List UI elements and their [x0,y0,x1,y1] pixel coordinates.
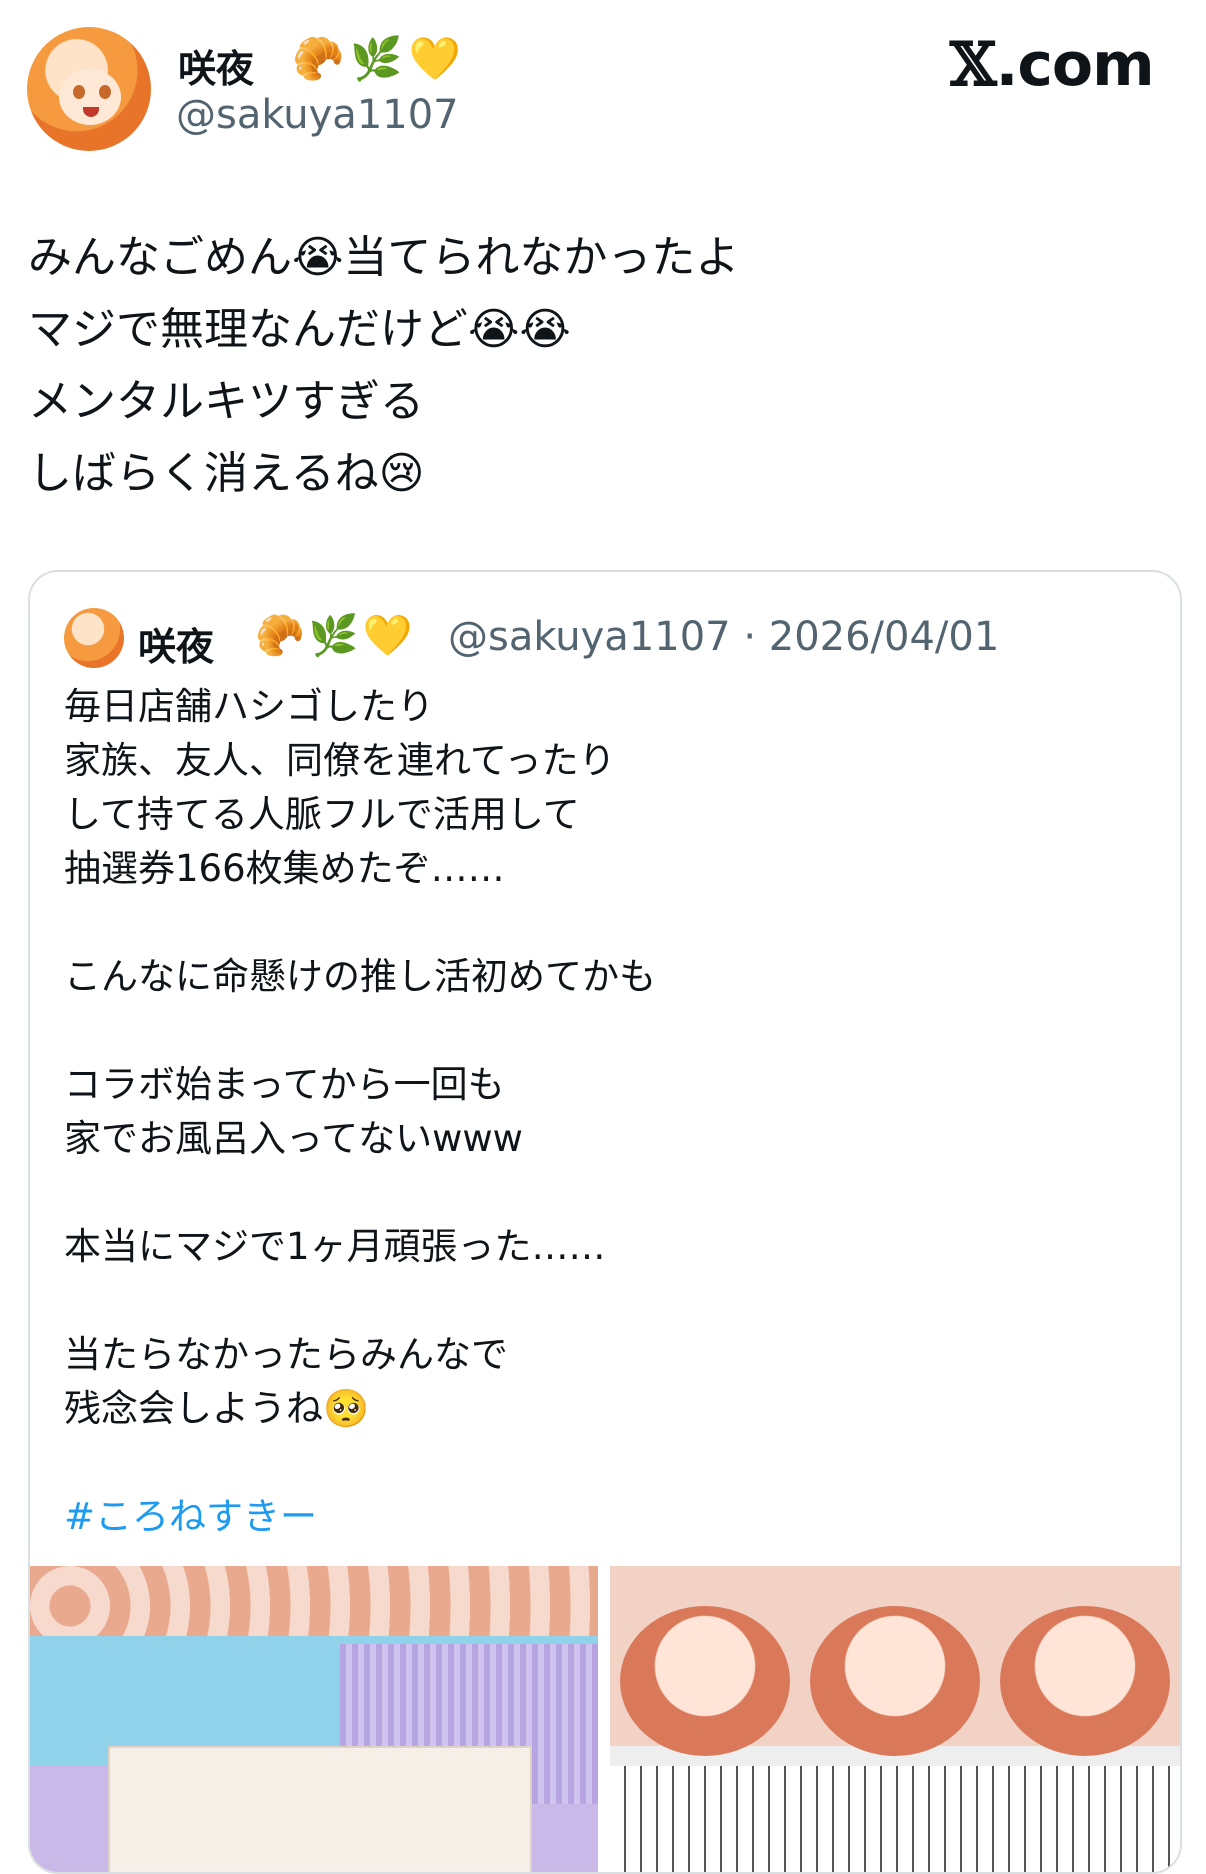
tweet-header: 咲夜 🥐🌿💛 @sakuya1107 𝕏.com [0,0,1206,160]
character-face [810,1606,980,1756]
character-pattern [30,1566,598,1636]
quoted-line: 抽選券166枚集めたぞ…… [64,847,505,890]
quoted-tweet[interactable]: 咲夜 🥐🌿💛 @sakuya1107 · 2026/04/01 毎日店舗ハシゴし… [28,570,1182,1874]
quoted-line: 本当にマジで1ヶ月頑張った…… [64,1225,606,1268]
avatar-eye [73,85,85,99]
media-grid [30,1566,1180,1872]
quoted-line: コラボ始まってから一回も [64,1063,505,1106]
tweet-text: みんなごめん😭当てられなかったよ マジで無理なんだけど😭😭 メンタルキツすぎる … [28,222,1178,510]
user-handle[interactable]: @sakuya1107 [176,92,459,138]
character-face [1000,1606,1170,1756]
quoted-display-name[interactable]: 咲夜 [138,616,214,671]
quoted-avatar[interactable] [64,608,124,668]
display-name[interactable]: 咲夜 [178,38,254,93]
quoted-line: こんなに命懸けの推し活初めてかも [64,955,656,998]
tweet-line: マジで無理なんだけど😭😭 [28,304,571,355]
quoted-line: 残念会しようね🥺 [64,1387,370,1430]
avatar-eye [99,85,111,99]
media-image-1[interactable] [30,1566,598,1872]
tweet-line: しばらく消えるね😢 [28,448,425,499]
quoted-line: 当たらなかったらみんなで [64,1333,508,1376]
quoted-line: 毎日店舗ハシゴしたり [64,685,434,728]
x-logo-icon: 𝕏 [950,30,997,100]
collab-card [108,1746,532,1872]
quoted-name-emojis: 🥐🌿💛 [255,613,417,659]
quoted-text: 毎日店舗ハシゴしたり 家族、友人、同僚を連れてったり して持てる人脈フルで活用し… [64,680,1144,1544]
avatar[interactable] [27,27,151,151]
name-emojis: 🥐🌿💛 [292,34,467,83]
media-image-2[interactable] [610,1566,1180,1872]
lottery-tickets [610,1766,1180,1872]
hashtag-link[interactable]: #ころねすきー [64,1490,1144,1544]
quoted-line: 家族、友人、同僚を連れてったり [64,739,616,782]
quoted-line: して持てる人脈フルで活用して [64,793,580,836]
quoted-handle-date[interactable]: @sakuya1107 · 2026/04/01 [448,614,999,660]
tweet-line: みんなごめん😭当てられなかったよ [28,232,740,283]
tweet-line: メンタルキツすぎる [28,376,424,427]
x-com-logo: 𝕏.com [950,30,1155,100]
character-face [620,1606,790,1756]
brand-suffix: .com [995,30,1155,100]
quoted-line: 家でお風呂入ってないwww [64,1117,523,1160]
